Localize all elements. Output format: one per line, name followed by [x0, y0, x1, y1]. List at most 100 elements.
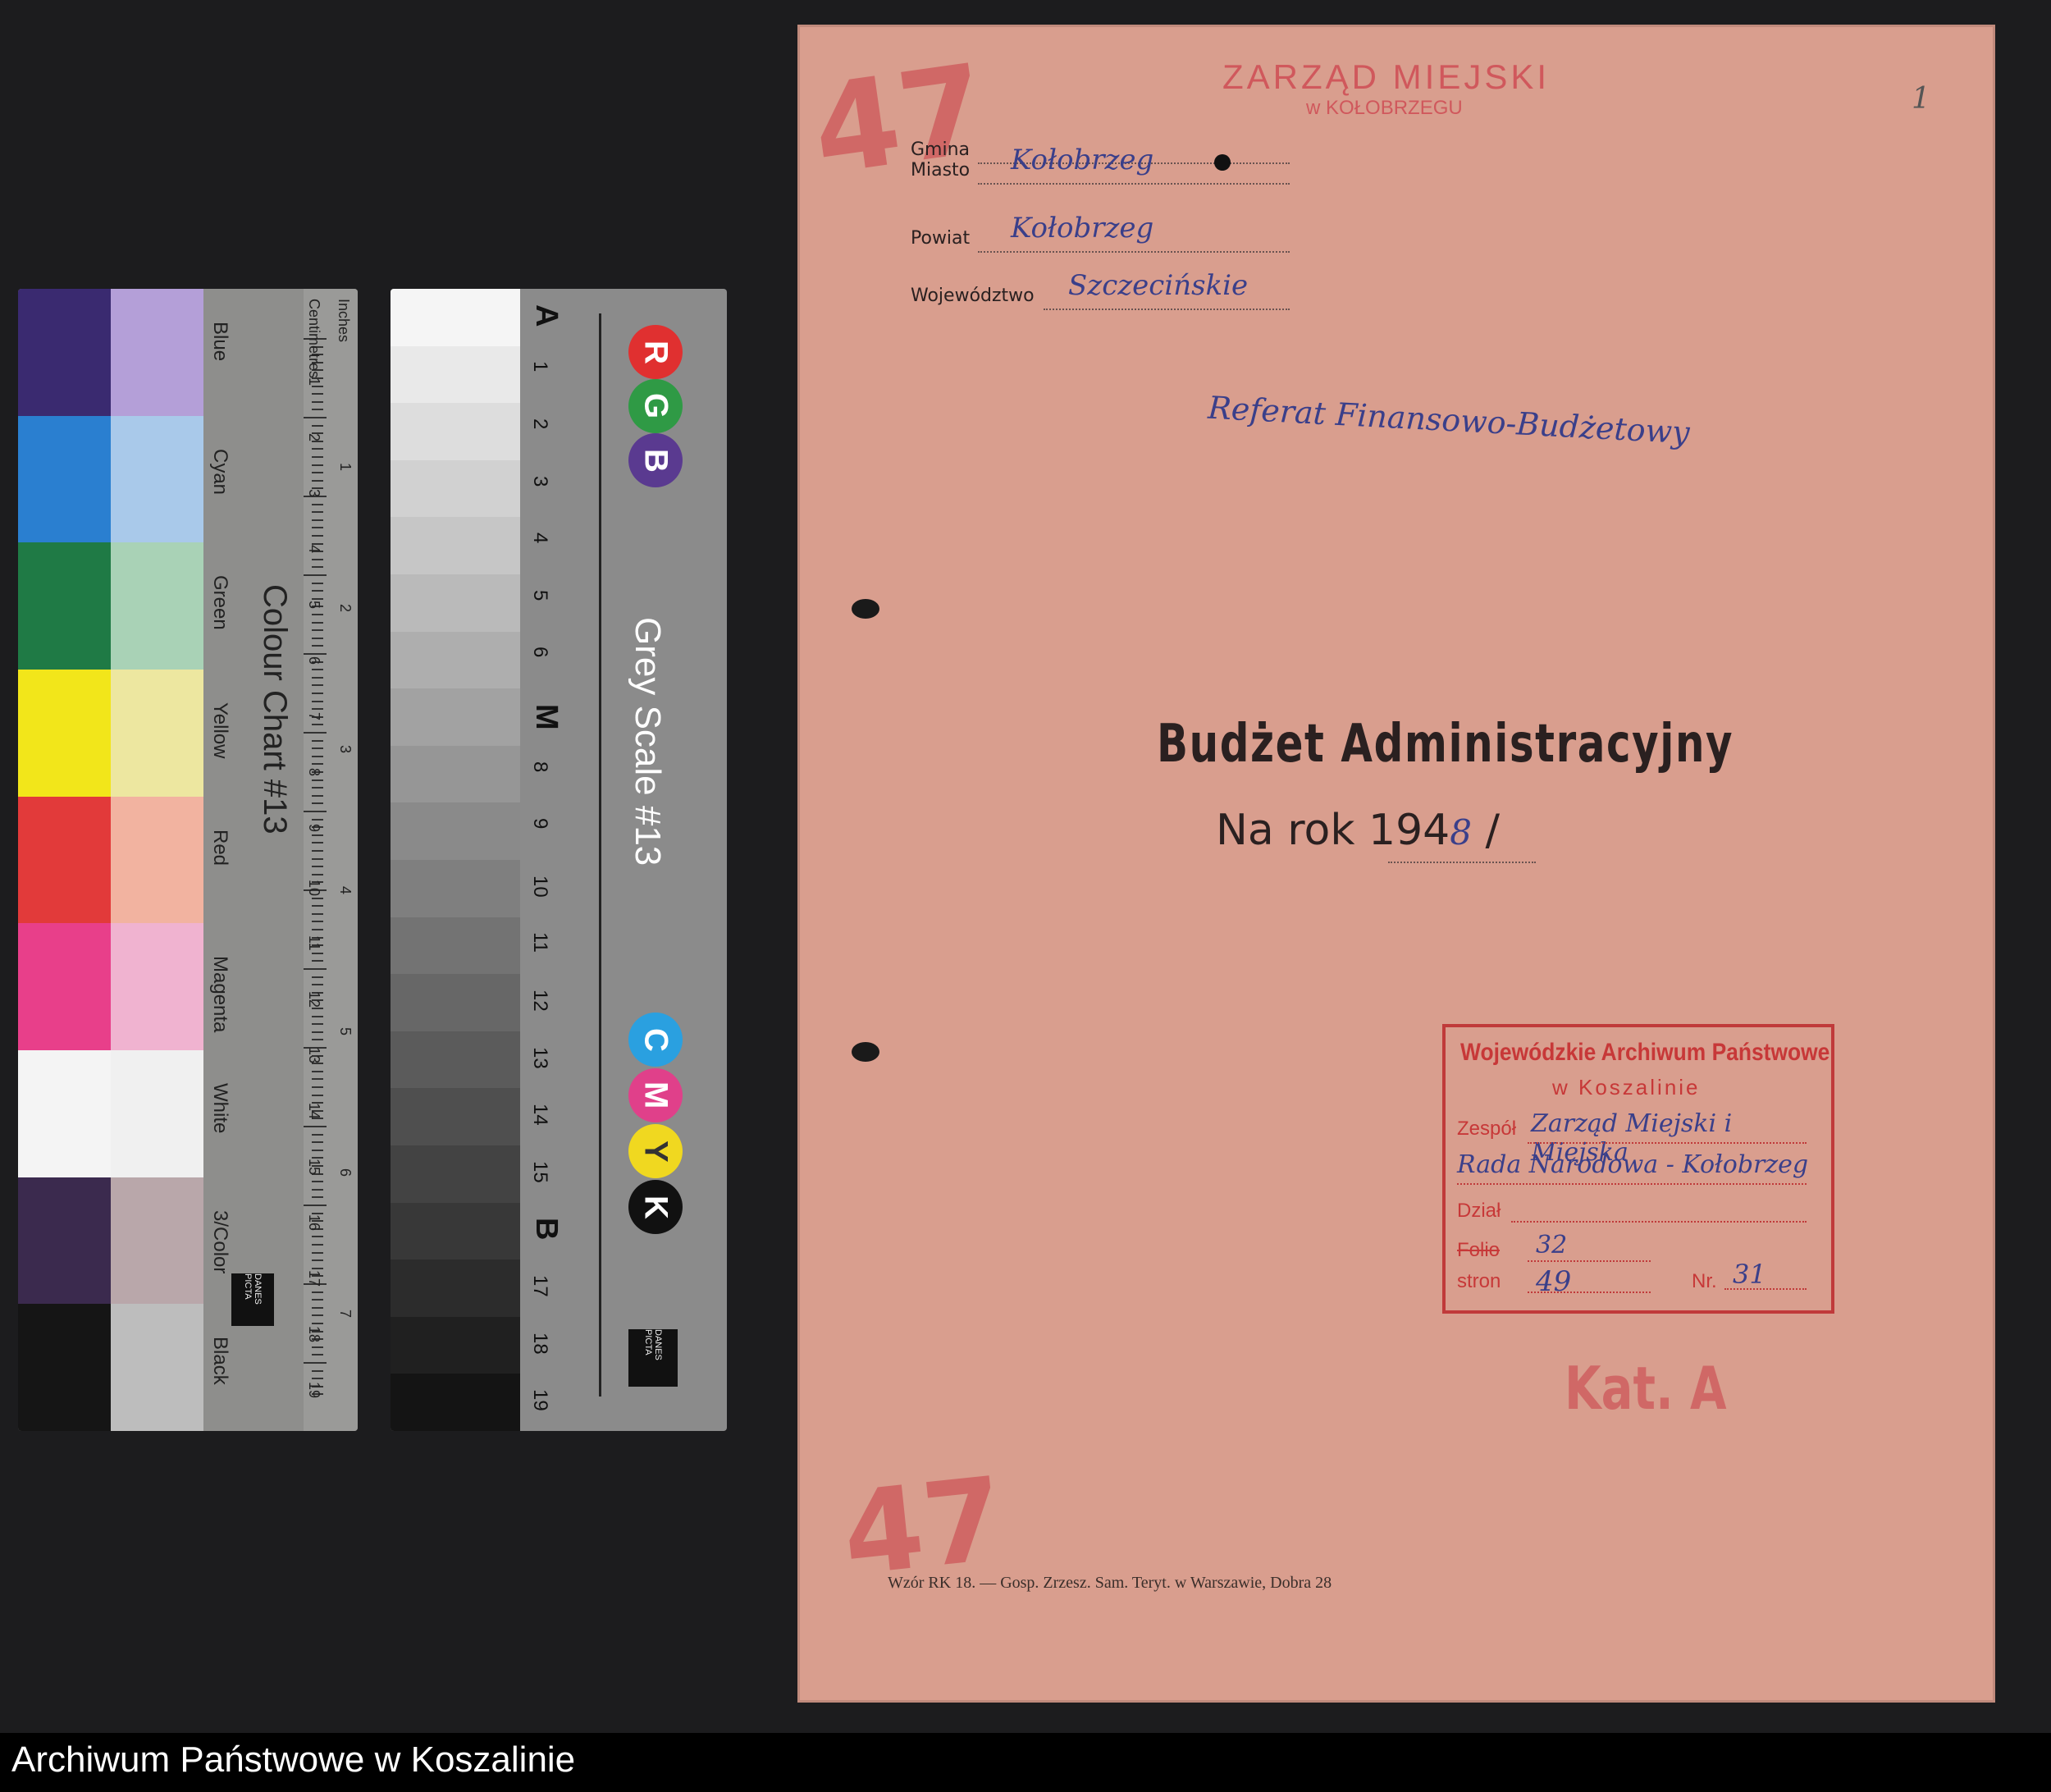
- ruler-tick: [312, 897, 323, 899]
- stron-value: 49: [1536, 1265, 1572, 1298]
- dot-m: M: [628, 1068, 683, 1122]
- ruler-units-inches: Inches: [336, 299, 352, 343]
- ruler-tick: [312, 976, 323, 978]
- ruler-cm-label: 16: [306, 1214, 322, 1232]
- grey-step: [391, 917, 520, 975]
- ruler-tick: [312, 802, 323, 805]
- ruler-tick: [312, 535, 323, 537]
- swatch-light-blue: [111, 289, 203, 416]
- ruler-tick: [312, 1015, 323, 1017]
- ruler-tick: [312, 1236, 323, 1238]
- ruler-inch-label: 2: [337, 604, 354, 613]
- grey-step: [391, 1259, 520, 1317]
- ruler-inch-label: 7: [337, 1310, 354, 1319]
- ruler-tick: [312, 1023, 323, 1026]
- swatch-cyan: [18, 415, 111, 543]
- ruler-cm-label: 2: [306, 433, 322, 442]
- ruler-tick: [312, 684, 323, 687]
- year-line: Na rok 1948 /: [1216, 806, 1500, 855]
- ruler-cm-label: 4: [306, 545, 322, 554]
- grey-marker: 2: [529, 418, 551, 430]
- ruler-cm-label: 8: [306, 768, 322, 777]
- ruler-tick: [312, 818, 323, 821]
- ruler-tick: [312, 1369, 323, 1372]
- ruler-tick: [312, 676, 323, 679]
- ruler-tick: [312, 921, 323, 923]
- field-label-województwo: Województwo: [911, 286, 1035, 306]
- ruler-tick: [312, 1181, 323, 1183]
- swatch-3-color: [18, 1177, 111, 1305]
- ruler-tick: [304, 653, 327, 655]
- ruler-tick: [312, 582, 323, 584]
- year-line-underline: [1388, 862, 1536, 863]
- swatch-black: [18, 1304, 111, 1431]
- ruler-tick: [304, 1126, 327, 1127]
- swatch-green: [18, 542, 111, 670]
- archive-stamp: Wojewódzkie Archiwum Państwowe w Koszali…: [1442, 1024, 1834, 1314]
- year-digit: 8: [1450, 812, 1472, 853]
- ruler-tick: [312, 479, 323, 482]
- field-value-województwo: Szczecińskie: [1068, 269, 1249, 302]
- ruler-inch-label: 4: [337, 886, 354, 895]
- swatch-yellow: [18, 670, 111, 797]
- grey-step: [391, 688, 520, 746]
- colour-label: Magenta: [209, 956, 231, 1033]
- ruler: 1234567891011121314151617181912345678 In…: [304, 289, 358, 1431]
- ruler-tick: [312, 779, 323, 781]
- ruler-tick: [312, 1291, 323, 1293]
- grey-step: [391, 517, 520, 574]
- grey-marker: 4: [529, 533, 551, 544]
- grey-step: [391, 745, 520, 803]
- swatch-light-green: [111, 542, 203, 670]
- swatch-light-cyan: [111, 415, 203, 543]
- field-value-miasto: Kołobrzeg: [1011, 144, 1154, 176]
- ruler-tick: [312, 1086, 323, 1088]
- form-footer: Wzór RK 18. — Gosp. Zrzesz. Sam. Teryt. …: [888, 1574, 1332, 1592]
- swatch-light-magenta: [111, 923, 203, 1050]
- ruler-cm-label: 7: [306, 712, 322, 721]
- colour-label: Yellow: [209, 702, 231, 759]
- ruler-tick: [312, 400, 323, 403]
- ruler-tick: [312, 1039, 323, 1041]
- nr-label: Nr.: [1692, 1270, 1717, 1292]
- dot-b: B: [628, 433, 683, 487]
- grey-step: [391, 289, 520, 346]
- dzial-label: Dział: [1457, 1200, 1501, 1222]
- zespol-value-2: Rada Narodowa - Kołobrzeg: [1457, 1150, 1809, 1179]
- dot-k: K: [628, 1180, 683, 1234]
- zespol-underline: [1528, 1142, 1807, 1144]
- grey-marker: 12: [529, 990, 551, 1012]
- page-number: 1: [1912, 82, 1930, 116]
- category-stamp: Kat. A: [1565, 1354, 1727, 1423]
- ruler-cm-label: 5: [306, 601, 322, 610]
- ruler-cm-label: 14: [306, 1103, 322, 1120]
- ruler-tick: [304, 732, 327, 734]
- ruler-tick: [312, 1244, 323, 1246]
- dot-y: Y: [628, 1124, 683, 1178]
- ruler-tick: [312, 850, 323, 852]
- nr-value: 31: [1733, 1259, 1766, 1290]
- swatch-light-white: [111, 1050, 203, 1177]
- swatch-blue: [18, 289, 111, 416]
- department-note: Referat Finansowo-Budżetowy: [1207, 389, 1691, 451]
- ruler-tick: [312, 1267, 323, 1269]
- ruler-units-cm: Centimetres: [306, 299, 322, 379]
- zespol-underline-2: [1457, 1183, 1807, 1185]
- colour-label: Green: [209, 575, 231, 631]
- dot-c: C: [628, 1013, 683, 1067]
- ruler-tick: [312, 1008, 323, 1009]
- field-underline: [1044, 309, 1290, 310]
- grey-marker: 14: [529, 1104, 551, 1126]
- ruler-tick: [304, 417, 327, 418]
- stron-label: stron: [1457, 1270, 1501, 1292]
- ruler-tick: [312, 763, 323, 766]
- ruler-tick: [312, 669, 323, 671]
- ruler-cm-label: 11: [306, 935, 322, 951]
- ruler-tick: [312, 960, 323, 962]
- ruler-tick: [312, 1314, 323, 1317]
- ruler-cm-label: 10: [306, 880, 322, 897]
- grey-divider: [599, 313, 601, 1397]
- ruler-tick: [312, 1323, 323, 1324]
- grey-step: [391, 403, 520, 460]
- ruler-tick: [312, 834, 323, 836]
